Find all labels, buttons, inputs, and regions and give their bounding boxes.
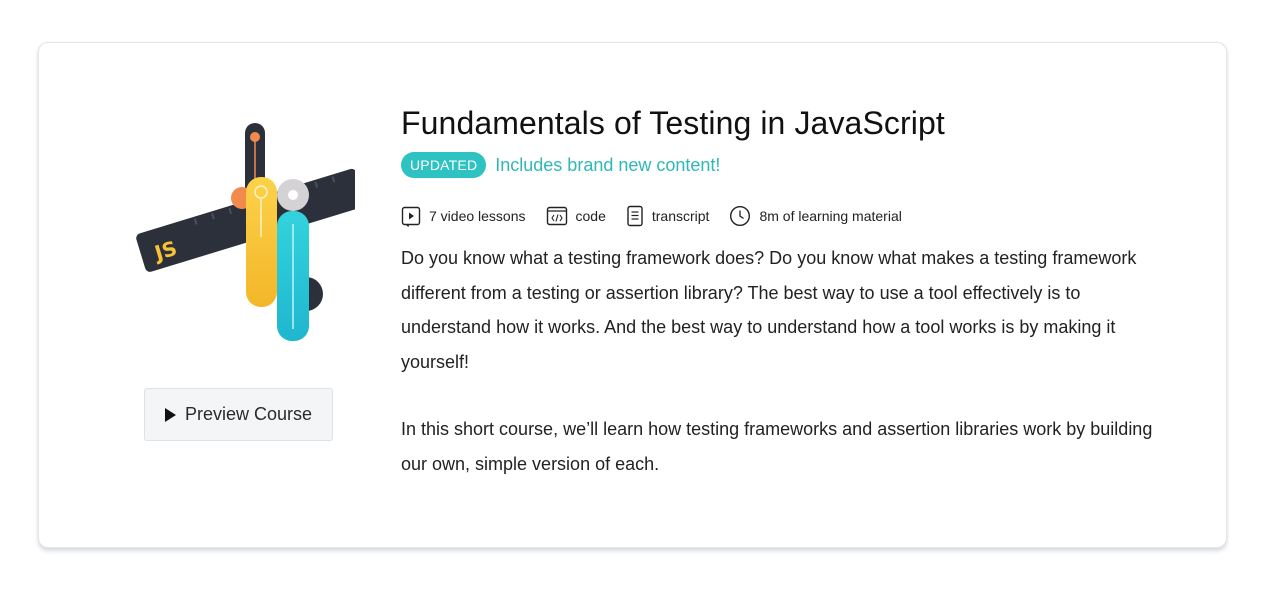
code-icon [546, 206, 567, 226]
course-title: Fundamentals of Testing in JavaScript [401, 105, 945, 141]
yellow-bar [246, 177, 277, 307]
preview-course-label: Preview Course [184, 404, 313, 424]
updated-text: Includes brand new content! [495, 154, 721, 175]
meta-transcript-label: transcript [651, 208, 710, 224]
meta-learning-label: 8m of learning material [759, 208, 902, 224]
course-content: Fundamentals of Testing in JavaScript UP… [401, 103, 1161, 481]
course-description-2: In this short course, we’ll learn how te… [401, 419, 1153, 474]
meta-video-label: 7 video lessons [429, 208, 526, 224]
js-ruler: JS [136, 168, 355, 272]
preview-course-button[interactable]: Preview Course [144, 388, 333, 441]
orange-dot [250, 132, 260, 142]
clock-icon [730, 205, 751, 227]
play-icon [164, 407, 176, 422]
transcript-icon [627, 205, 643, 227]
updated-row: UPDATED Includes brand new content! [401, 151, 1161, 179]
course-meta: 7 video lessons code transcript 8m of le… [401, 203, 1161, 229]
course-card: JS Preview Course Fundamentals of Testin… [38, 42, 1227, 548]
meta-video-lessons: 7 video lessons [401, 205, 526, 227]
course-illustration: JS [136, 123, 355, 341]
meta-code: code [546, 206, 606, 226]
meta-transcript: transcript [626, 205, 710, 227]
course-description-1: Do you know what a testing framework doe… [401, 248, 1137, 372]
meta-learning-time: 8m of learning material [729, 205, 902, 227]
video-icon [401, 206, 421, 227]
updated-badge: UPDATED [401, 152, 487, 178]
meta-code-label: code [575, 208, 606, 224]
